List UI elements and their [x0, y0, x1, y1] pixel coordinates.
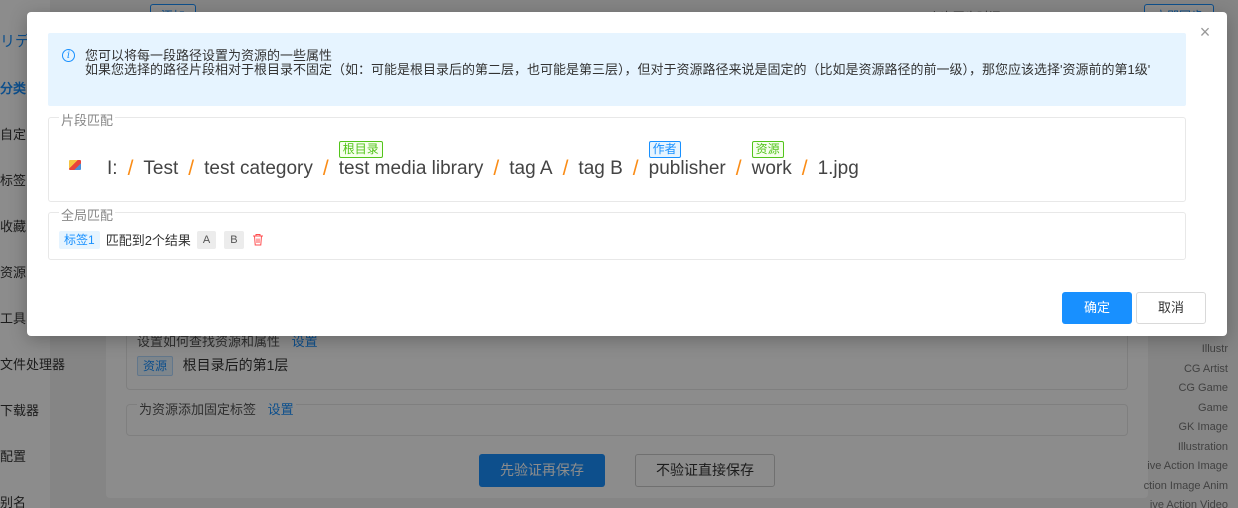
- path-segment[interactable]: test category: [204, 158, 313, 186]
- trash-icon-glyph: [252, 234, 263, 246]
- path-segment[interactable]: I:: [107, 158, 118, 186]
- close-icon[interactable]: ×: [1197, 23, 1213, 41]
- delete-trash-icon[interactable]: [252, 233, 264, 246]
- segment-text: tag A: [509, 158, 553, 179]
- path-separator: /: [188, 157, 195, 180]
- segment-text: publisher: [648, 158, 726, 179]
- segment-badge: 根目录: [338, 141, 383, 158]
- path-segment[interactable]: tag A: [509, 158, 552, 186]
- path-segment[interactable]: 根目录 test media library: [338, 141, 484, 186]
- path-separator: /: [562, 157, 569, 180]
- path-separator: /: [493, 157, 500, 180]
- path-separator: /: [322, 157, 329, 180]
- segment-text: work: [751, 158, 792, 179]
- path-separator: /: [632, 157, 639, 180]
- path-separator: /: [127, 157, 134, 180]
- global-match-tag[interactable]: 标签1: [59, 230, 100, 249]
- cancel-button[interactable]: 取消: [1136, 292, 1206, 324]
- info-icon: i: [62, 49, 75, 62]
- path-segment[interactable]: 资源 work: [751, 141, 792, 186]
- global-match-section: 全局匹配 标签1 匹配到2个结果 A B: [48, 205, 1186, 260]
- path-segment[interactable]: 1.jpg: [818, 158, 859, 186]
- path-segments: I: / Test / test category / 根目录 test media libr…: [69, 136, 859, 186]
- alert-description: 如果您选择的路径片段相对于根目录不固定（如：可能是根目录后的第二层，也可能是第三…: [85, 62, 1151, 77]
- segment-match-legend: 片段匹配: [59, 110, 116, 129]
- segment-match-section: 片段匹配 I: / Test / test category / 根目录 test media…: [48, 110, 1186, 202]
- segment-text: I:: [107, 158, 118, 179]
- confirm-button[interactable]: 确定: [1062, 292, 1132, 324]
- match-result-a: A: [196, 230, 217, 249]
- path-segment-modal: × i 您可以将每一段路径设置为资源的一些属性 如果您选择的路径片段相对于根目录…: [27, 12, 1227, 336]
- global-match-legend: 全局匹配: [59, 205, 116, 224]
- path-segment[interactable]: tag B: [578, 158, 622, 186]
- info-alert: i 您可以将每一段路径设置为资源的一些属性 如果您选择的路径片段相对于根目录不固…: [48, 33, 1186, 106]
- segment-badge: 作者: [648, 141, 681, 158]
- segment-text: tag B: [578, 158, 623, 179]
- path-separator: /: [801, 157, 808, 180]
- segment-text: test media library: [338, 158, 484, 179]
- global-match-row: 标签1 匹配到2个结果 A B: [59, 230, 264, 249]
- segment-badge: 资源: [751, 141, 784, 158]
- segment-text: 1.jpg: [817, 158, 859, 179]
- global-match-result-text: 匹配到2个结果: [105, 233, 191, 248]
- match-result-b: B: [224, 230, 244, 249]
- segment-text: test category: [204, 158, 313, 179]
- segment-text: Test: [143, 158, 179, 179]
- image-file-icon: [69, 160, 81, 170]
- path-separator: /: [735, 157, 742, 180]
- path-segment[interactable]: Test: [143, 158, 178, 186]
- path-segment[interactable]: 作者 publisher: [648, 141, 726, 186]
